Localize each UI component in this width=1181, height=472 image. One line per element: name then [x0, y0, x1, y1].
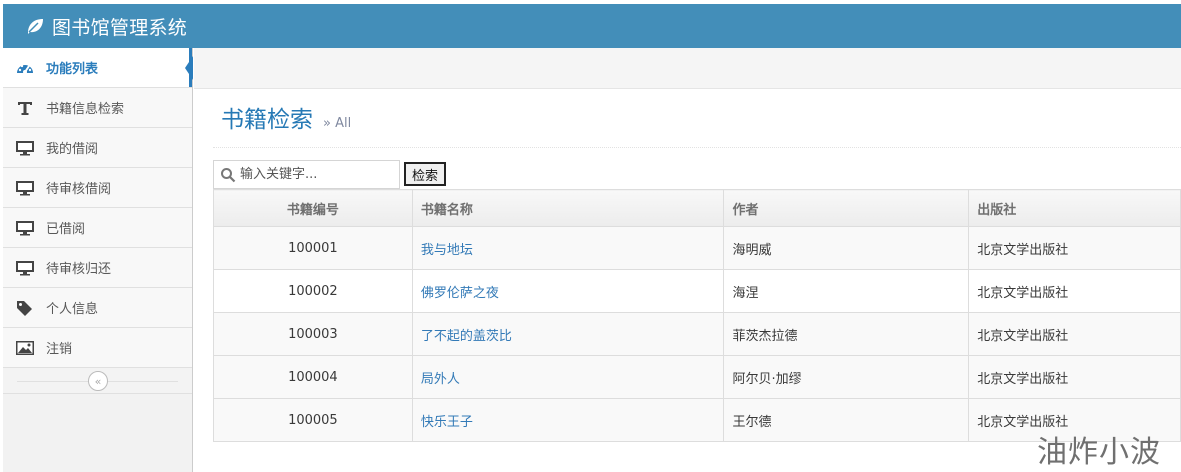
page-subtitle: » All [323, 116, 352, 131]
search-icon [220, 167, 236, 183]
column-header-publisher[interactable]: 出版社 [968, 189, 1181, 227]
book-title-cell: 局外人 [411, 355, 725, 399]
book-title-link[interactable]: 快乐王子 [421, 415, 473, 430]
book-id: 100003 [213, 312, 413, 356]
search-input[interactable] [240, 162, 390, 187]
table-row: 100001 我与地坛 海明威 北京文学出版社 [213, 226, 1181, 270]
sidebar-item-label: 我的借阅 [46, 142, 99, 157]
sidebar-item-label: 待审核归还 [46, 262, 112, 277]
search-box [213, 160, 400, 189]
sidebar-item-my-borrows[interactable]: 我的借阅 [3, 128, 192, 168]
book-title-cell: 了不起的盖茨比 [411, 312, 725, 356]
sidebar-item-profile[interactable]: 个人信息 [3, 288, 192, 328]
books-table: 书籍编号 书籍名称 作者 出版社 100001 我与地坛 海明威 北京文学出版社… [213, 189, 1181, 442]
book-title-link[interactable]: 了不起的盖茨比 [421, 329, 512, 344]
desktop-icon [15, 139, 35, 157]
desktop-icon [15, 219, 35, 237]
sidebar-item-borrowed[interactable]: 已借阅 [3, 208, 192, 248]
book-publisher: 北京文学出版社 [968, 355, 1181, 399]
book-publisher: 北京文学出版社 [968, 312, 1181, 356]
book-title-link[interactable]: 我与地坛 [421, 243, 473, 258]
sidebar-item-pending-borrow[interactable]: 待审核借阅 [3, 168, 192, 208]
book-title-link[interactable]: 佛罗伦萨之夜 [421, 286, 499, 301]
search-button[interactable]: 检索 [404, 162, 446, 186]
sidebar-item-label: 个人信息 [46, 302, 99, 317]
sidebar-item-logout[interactable]: 注销 [3, 328, 192, 368]
table-row: 100002 佛罗伦萨之夜 海涅 北京文学出版社 [213, 269, 1181, 313]
sidebar-item-book-search[interactable]: 书籍信息检索 [3, 88, 192, 128]
picture-icon [15, 339, 35, 357]
column-header-id[interactable]: 书籍编号 [213, 189, 413, 227]
dashboard-icon [15, 59, 35, 77]
column-header-author[interactable]: 作者 [723, 189, 970, 227]
book-title-cell: 我与地坛 [411, 226, 725, 270]
book-title-cell: 快乐王子 [411, 398, 725, 442]
book-id: 100005 [213, 398, 413, 442]
book-id: 100002 [213, 269, 413, 313]
sidebar-item-label: 待审核借阅 [46, 182, 112, 197]
sidebar-item-function-list[interactable]: 功能列表 [3, 48, 193, 88]
sidebar-collapse: « [3, 368, 192, 394]
page-header: 书籍检索 » All [213, 100, 1181, 148]
book-publisher: 北京文学出版社 [968, 269, 1181, 313]
book-title-cell: 佛罗伦萨之夜 [411, 269, 725, 313]
desktop-icon [15, 259, 35, 277]
navbar: 图书馆管理系统 [3, 4, 1181, 48]
book-author: 阿尔贝·加缪 [723, 355, 970, 399]
double-angle-left-icon[interactable]: « [88, 371, 108, 391]
sidebar-item-label: 书籍信息检索 [46, 102, 125, 117]
app-title[interactable]: 图书馆管理系统 [52, 13, 187, 40]
book-author: 海涅 [723, 269, 970, 313]
book-author: 菲茨杰拉德 [723, 312, 970, 356]
book-publisher: 北京文学出版社 [968, 226, 1181, 270]
table-row: 100004 局外人 阿尔贝·加缪 北京文学出版社 [213, 355, 1181, 399]
desktop-icon [15, 179, 35, 197]
tag-icon [15, 299, 35, 317]
column-header-title[interactable]: 书籍名称 [411, 189, 725, 227]
book-author: 海明威 [723, 226, 970, 270]
leaf-icon [25, 16, 45, 36]
book-author: 王尔德 [723, 398, 970, 442]
book-title-link[interactable]: 局外人 [421, 372, 460, 387]
sidebar-item-label: 功能列表 [46, 62, 99, 77]
watermark: 油炸小波 [1037, 435, 1161, 470]
book-id: 100001 [213, 226, 413, 270]
sidebar-item-pending-return[interactable]: 待审核归还 [3, 248, 192, 288]
page-title: 书籍检索 [221, 107, 313, 133]
table-row: 100003 了不起的盖茨比 菲茨杰拉德 北京文学出版社 [213, 312, 1181, 356]
sidebar-item-label: 已借阅 [46, 222, 86, 237]
breadcrumb [194, 48, 1181, 89]
sidebar-item-label: 注销 [46, 342, 73, 357]
table-row: 100005 快乐王子 王尔德 北京文学出版社 [213, 398, 1181, 442]
book-id: 100004 [213, 355, 413, 399]
table-header-row: 书籍编号 书籍名称 作者 出版社 [213, 189, 1181, 227]
sidebar: 功能列表 书籍信息检索 我的借阅 待审核借阅 已借阅 待审核归还 个人信息 注销… [3, 48, 193, 472]
text-icon [15, 99, 35, 117]
